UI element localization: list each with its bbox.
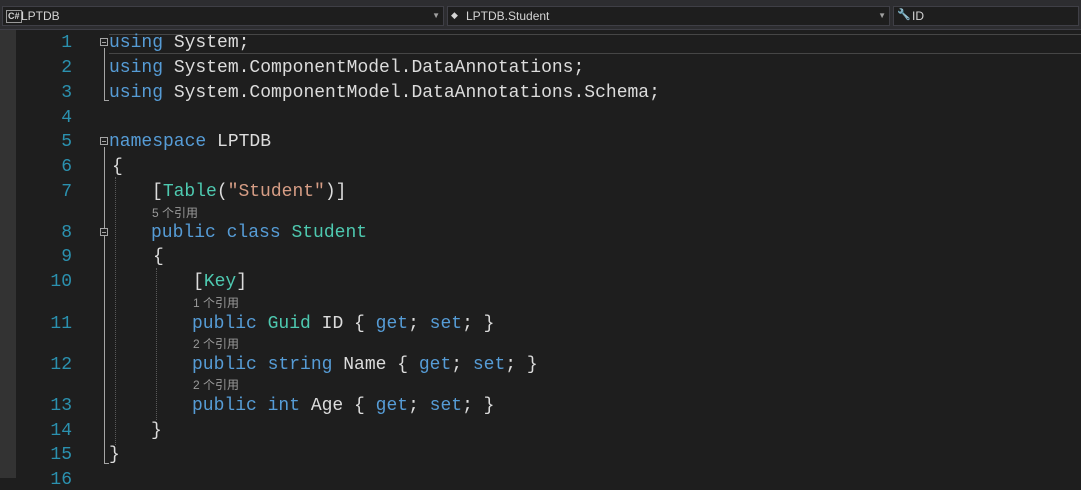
member-dropdown-label: ID: [912, 9, 924, 23]
chevron-down-icon: ▼: [878, 11, 886, 20]
line-number: 11: [50, 314, 72, 334]
code-line: {: [112, 157, 123, 177]
indicator-margin[interactable]: [0, 30, 16, 478]
code-line: {: [153, 247, 164, 267]
code-line: using System.ComponentModel.DataAnnotati…: [109, 58, 585, 78]
codelens-references[interactable]: 5 个引用: [152, 206, 198, 220]
code-line: public int Age { get; set; }: [192, 396, 495, 416]
line-number: 13: [50, 396, 72, 416]
line-number: 7: [61, 182, 72, 202]
outline-bracket: [104, 48, 105, 100]
wrench-icon: 🔧: [897, 9, 911, 21]
code-line: using System;: [109, 33, 250, 53]
codelens-references[interactable]: 2 个引用: [193, 337, 239, 351]
code-line: }: [109, 445, 120, 465]
csharp-project-icon: C#: [6, 10, 22, 23]
line-number: 15: [50, 445, 72, 465]
line-number: 4: [61, 108, 72, 128]
line-number: 12: [50, 355, 72, 375]
type-dropdown-label: LPTDB.Student: [466, 9, 550, 23]
collapse-toggle-class[interactable]: [100, 228, 108, 236]
collapse-toggle-namespace[interactable]: [100, 137, 108, 145]
chevron-down-icon: ▼: [432, 11, 440, 20]
code-line: public class Student: [151, 223, 368, 243]
line-number: 3: [61, 83, 72, 103]
code-line: namespace LPTDB: [109, 132, 272, 152]
code-editor[interactable]: using System; using System.ComponentMode…: [109, 30, 1081, 478]
codelens-references[interactable]: 2 个引用: [193, 378, 239, 392]
code-line: }: [151, 421, 162, 441]
line-number: 16: [50, 470, 72, 490]
line-number: 10: [50, 272, 72, 292]
class-icon: ◆: [451, 10, 458, 20]
code-line: public string Name { get; set; }: [192, 355, 538, 375]
code-line: [Table("Student")]: [152, 182, 347, 202]
code-line: using System.ComponentModel.DataAnnotati…: [109, 83, 660, 103]
code-line: [Key]: [193, 272, 248, 292]
line-number: 9: [61, 247, 72, 267]
member-dropdown[interactable]: 🔧 ID: [893, 6, 1079, 26]
collapse-toggle-usings[interactable]: [100, 38, 108, 46]
code-line: public Guid ID { get; set; }: [192, 314, 495, 334]
line-number: 1: [61, 33, 72, 53]
project-dropdown[interactable]: C# LPTDB ▼: [2, 6, 444, 26]
project-dropdown-label: LPTDB: [21, 9, 60, 23]
line-number: 6: [61, 157, 72, 177]
line-number: 2: [61, 58, 72, 78]
navigation-bar: C# LPTDB ▼ ◆ LPTDB.Student ▼ 🔧 ID: [0, 0, 1081, 30]
outline-bracket: [104, 147, 105, 463]
line-number: 14: [50, 421, 72, 441]
line-number: 5: [61, 132, 72, 152]
line-number: 8: [61, 223, 72, 243]
codelens-references[interactable]: 1 个引用: [193, 296, 239, 310]
type-dropdown[interactable]: ◆ LPTDB.Student ▼: [447, 6, 890, 26]
